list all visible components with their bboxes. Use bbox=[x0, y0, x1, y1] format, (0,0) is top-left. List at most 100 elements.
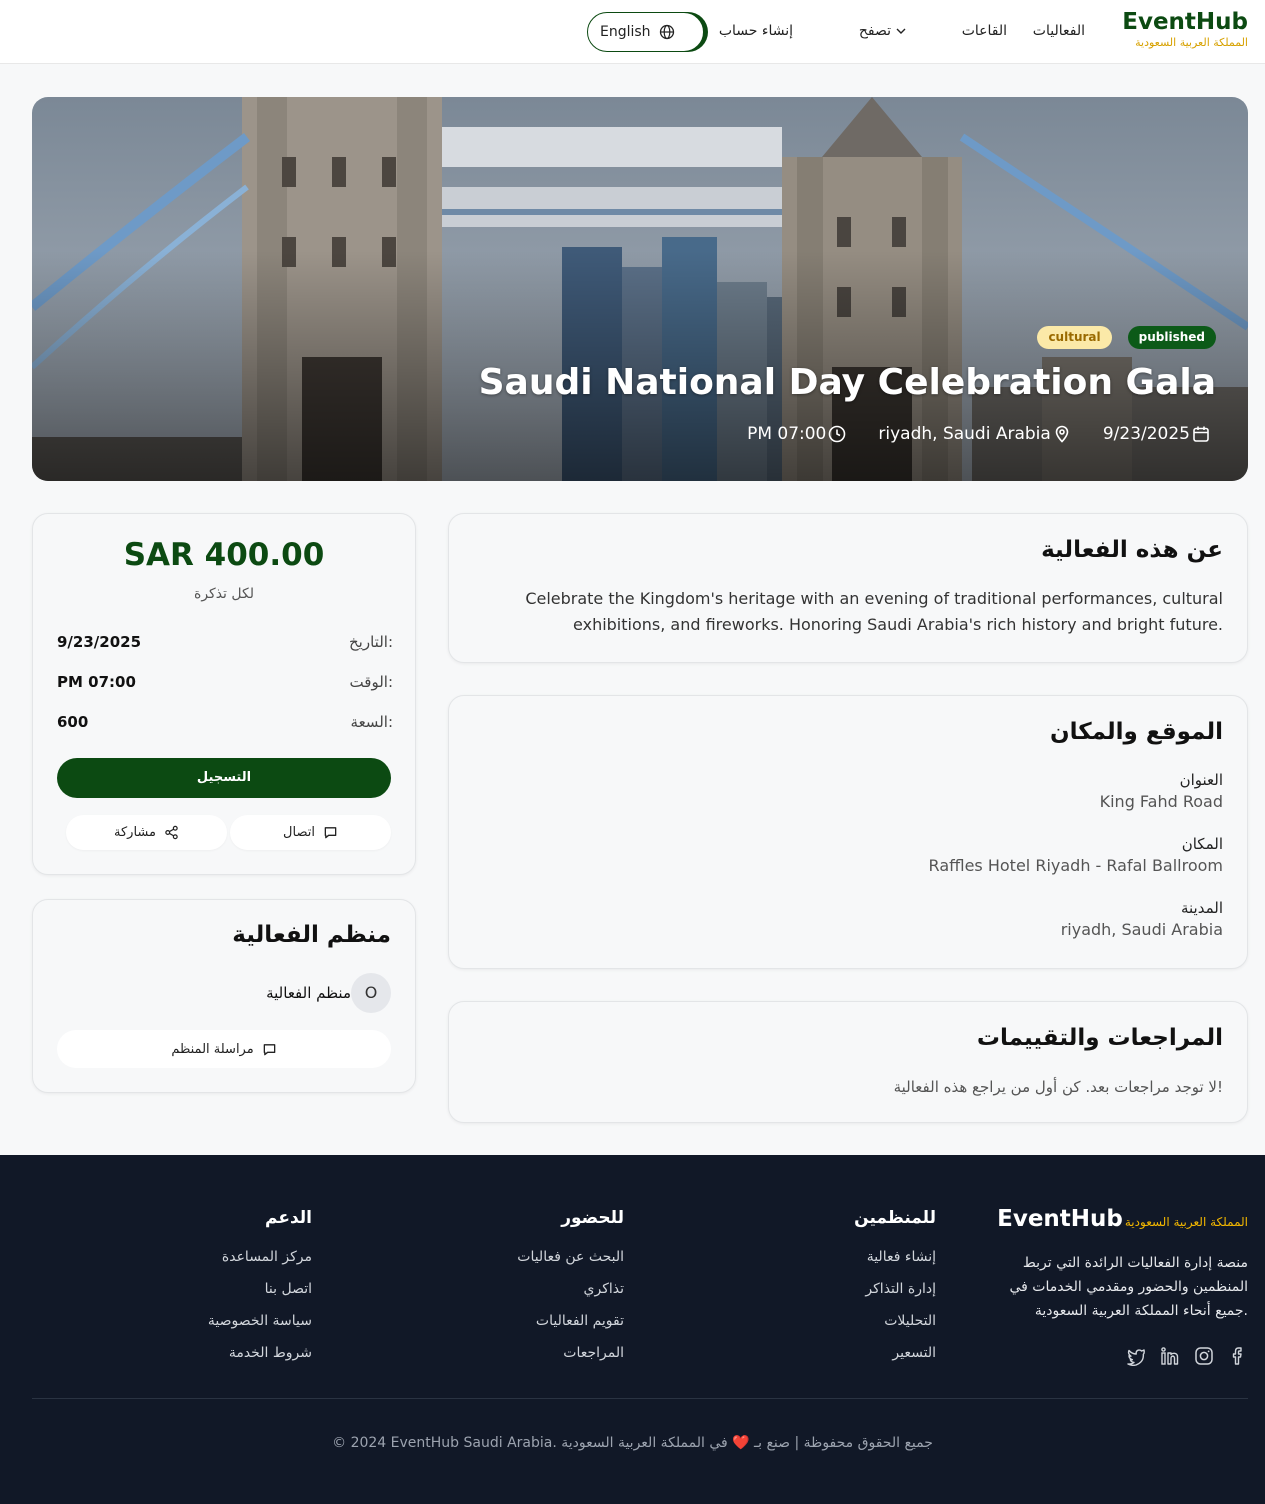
nav-browse-dropdown[interactable]: تصفح bbox=[859, 22, 907, 40]
footer-description: منصة إدارة الفعاليات الرائدة التي تربط ا… bbox=[1009, 1255, 1248, 1319]
facebook-icon[interactable] bbox=[1228, 1346, 1248, 1366]
capacity-label: السعة: bbox=[350, 713, 393, 731]
globe-icon bbox=[659, 24, 674, 40]
clock-icon bbox=[829, 425, 846, 443]
meta-location: riyadh, Saudi Arabia bbox=[878, 422, 1070, 446]
footer-link-event-calendar[interactable]: تقويم الفعاليات bbox=[517, 1311, 624, 1331]
about-card: عن هذه الفعالية Celebrate the Kingdom's … bbox=[448, 513, 1248, 663]
time-label: الوقت: bbox=[349, 673, 393, 691]
city-value: riyadh, Saudi Arabia bbox=[1060, 920, 1223, 939]
footer-heading-attendees: للحضور bbox=[561, 1208, 624, 1228]
browse-label: تصفح bbox=[858, 23, 891, 39]
footer-link-find-events[interactable]: البحث عن فعاليات bbox=[517, 1247, 624, 1267]
made-in-text: صنع بـ ❤️ في المملكة العربية السعودية bbox=[561, 1435, 791, 1451]
footer-brand-subtitle: المملكة العربية السعودية bbox=[1124, 1215, 1248, 1229]
date-text: 9/23/2025 bbox=[1102, 424, 1190, 444]
footer-link-contact-us[interactable]: اتصل بنا bbox=[208, 1279, 312, 1299]
signup-link[interactable]: إنشاء حساب bbox=[719, 22, 793, 40]
footer-heading-organizers: للمنظمين bbox=[854, 1208, 936, 1228]
address-label: العنوان bbox=[1179, 771, 1223, 789]
venue-value: Raffles Hotel Riyadh - Rafal Ballroom bbox=[928, 856, 1223, 875]
location-heading: الموقع والمكان bbox=[1049, 719, 1223, 745]
city-block: المدينة riyadh, Saudi Arabia bbox=[1061, 897, 1223, 941]
footer-brand[interactable]: EventHub المملكة العربية السعودية bbox=[997, 1205, 1248, 1233]
organizer-card: منظم الفعالية منظم الفعالية O مراسلة الم… bbox=[32, 899, 416, 1093]
about-text: Celebrate the Kingdom's heritage with an… bbox=[525, 589, 1223, 634]
venue-label: المكان bbox=[1181, 835, 1223, 853]
footer-brand-name: EventHub bbox=[997, 1206, 1123, 1232]
brand-logo[interactable]: EventHub المملكة العربية السعودية bbox=[1122, 8, 1248, 50]
time-text: PM 07:00 bbox=[747, 424, 827, 444]
site-footer: EventHub المملكة العربية السعودية منصة إ… bbox=[0, 1155, 1265, 1504]
date-label: التاريخ: bbox=[349, 633, 393, 651]
language-toggle-button[interactable]: English bbox=[587, 12, 704, 52]
ticket-price: SAR 400.00 bbox=[123, 537, 325, 573]
message-organizer-button[interactable]: مراسلة المنظم bbox=[57, 1030, 391, 1068]
location-text: riyadh, Saudi Arabia bbox=[878, 424, 1051, 444]
footer-link-reviews[interactable]: المراجعات bbox=[517, 1343, 624, 1363]
twitter-icon[interactable] bbox=[1126, 1346, 1146, 1366]
ticket-card: SAR 400.00 لكل تذكرة التاريخ: 9/23/2025 … bbox=[32, 513, 416, 875]
location-card: الموقع والمكان العنوان King Fahd Road ال… bbox=[448, 695, 1248, 969]
share-label: مشاركة bbox=[114, 825, 156, 840]
footer-link-analytics[interactable]: التحليلات bbox=[854, 1311, 936, 1331]
footer-link-terms[interactable]: شروط الخدمة bbox=[208, 1343, 312, 1363]
calendar-icon bbox=[1193, 426, 1209, 442]
reviews-card: المراجعات والتقييمات لا توجد مراجعات بعد… bbox=[448, 1001, 1248, 1123]
reviews-empty-state: لا توجد مراجعات بعد. كن أول من يراجع هذه… bbox=[893, 1078, 1223, 1096]
brand-subtitle: المملكة العربية السعودية bbox=[1135, 36, 1248, 49]
share-button[interactable]: مشاركة bbox=[66, 815, 227, 850]
category-badge: cultural bbox=[1037, 326, 1112, 349]
footer-column-attendees: للحضور البحث عن فعاليات تذاكري تقويم الف… bbox=[517, 1205, 624, 1375]
message-icon bbox=[263, 1043, 275, 1055]
footer-heading-support: الدعم bbox=[265, 1208, 312, 1228]
nav-link-events[interactable]: الفعاليات bbox=[1033, 22, 1085, 40]
footer-link-pricing[interactable]: التسعير bbox=[854, 1343, 936, 1363]
detail-row-date: التاريخ: 9/23/2025 bbox=[57, 630, 393, 654]
organizer-avatar: O bbox=[351, 973, 391, 1013]
meta-time: PM 07:00 bbox=[747, 422, 846, 446]
footer-link-privacy[interactable]: سياسة الخصوصية bbox=[208, 1311, 312, 1331]
map-pin-icon bbox=[1055, 425, 1069, 443]
address-value: King Fahd Road bbox=[1099, 792, 1223, 811]
footer-link-create-event[interactable]: إنشاء فعالية bbox=[854, 1247, 936, 1267]
venue-block: المكان Raffles Hotel Riyadh - Rafal Ball… bbox=[929, 833, 1223, 877]
footer-link-help-center[interactable]: مركز المساعدة bbox=[208, 1247, 312, 1267]
separator: | bbox=[790, 1435, 800, 1451]
reviews-heading: المراجعات والتقييمات bbox=[976, 1025, 1223, 1051]
organizer-heading: منظم الفعالية bbox=[232, 922, 391, 948]
social-links bbox=[1126, 1346, 1248, 1366]
meta-date: 9/23/2025 bbox=[1103, 422, 1210, 446]
about-heading: عن هذه الفعالية bbox=[1041, 537, 1223, 563]
status-badge: published bbox=[1127, 326, 1216, 349]
organizer-row: منظم الفعالية O bbox=[266, 973, 391, 1013]
linkedin-icon[interactable] bbox=[1160, 1346, 1180, 1366]
footer-divider bbox=[32, 1398, 1248, 1399]
brand-name: EventHub bbox=[1122, 9, 1248, 35]
capacity-value: 600 bbox=[57, 713, 89, 731]
share-icon bbox=[165, 825, 178, 840]
event-meta: PM 07:00 riyadh, Saudi Arabia 9/23/2025 bbox=[747, 422, 1210, 446]
register-button[interactable]: التسجيل bbox=[57, 758, 391, 798]
instagram-icon[interactable] bbox=[1194, 1346, 1214, 1366]
organizer-name: منظم الفعالية bbox=[266, 984, 351, 1002]
footer-column-organizers: للمنظمين إنشاء فعالية إدارة التذاكر التح… bbox=[854, 1205, 936, 1375]
message-icon bbox=[324, 827, 337, 839]
message-organizer-label: مراسلة المنظم bbox=[171, 1041, 254, 1057]
address-block: العنوان King Fahd Road bbox=[1100, 769, 1223, 813]
city-label: المدينة bbox=[1180, 899, 1223, 917]
contact-label: اتصال bbox=[283, 825, 315, 840]
footer-link-my-tickets[interactable]: تذاكري bbox=[517, 1279, 624, 1299]
event-title: Saudi National Day Celebration Gala bbox=[478, 362, 1216, 403]
footer-copyright-line: © 2024 EventHub Saudi Arabia. جميع الحقو… bbox=[0, 1432, 1265, 1454]
footer-column-support: الدعم مركز المساعدة اتصل بنا سياسة الخصو… bbox=[208, 1205, 312, 1375]
top-navbar: EventHub المملكة العربية السعودية الفعال… bbox=[0, 0, 1265, 64]
contact-button[interactable]: اتصال bbox=[230, 815, 391, 850]
nav-link-halls[interactable]: القاعات bbox=[962, 22, 1007, 40]
language-label: English bbox=[600, 24, 651, 40]
time-value: PM 07:00 bbox=[57, 673, 136, 691]
event-badges: cultural published bbox=[1037, 326, 1216, 349]
event-hero: cultural published Saudi National Day Ce… bbox=[32, 97, 1248, 481]
per-ticket-label: لكل تذكرة bbox=[193, 586, 255, 602]
footer-link-manage-tickets[interactable]: إدارة التذاكر bbox=[854, 1279, 936, 1299]
